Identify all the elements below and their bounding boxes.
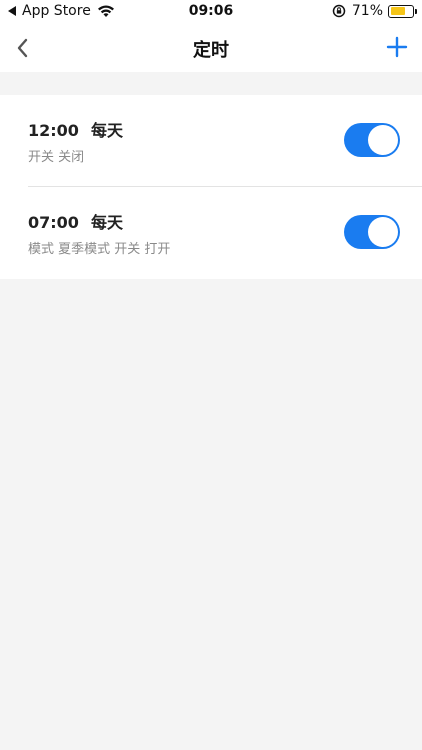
page-title: 定时 xyxy=(193,40,229,61)
timer-detail: 开关 关闭 xyxy=(28,150,85,165)
battery-icon xyxy=(388,4,417,18)
timer-title: 12:00 每天 xyxy=(28,117,123,141)
battery-percent: 71% xyxy=(351,3,383,19)
toggle-knob xyxy=(368,217,398,247)
timer-title: 07:00 每天 xyxy=(28,209,123,233)
timer-row[interactable]: 12:00 每天 开关 关闭 xyxy=(0,95,422,187)
timer-list: 12:00 每天 开关 关闭 07:00 每天 模式 夏季模式 开关 打开 xyxy=(0,95,422,279)
status-right: 71% xyxy=(332,3,417,19)
battery-fill xyxy=(390,7,405,15)
timer-toggle[interactable] xyxy=(344,215,400,249)
timer-repeat: 每天 xyxy=(90,121,123,140)
timer-time: 12:00 xyxy=(28,121,79,140)
rotation-lock-icon xyxy=(332,4,346,18)
timer-toggle[interactable] xyxy=(344,123,400,157)
toggle-knob xyxy=(368,125,398,155)
plus-icon[interactable] xyxy=(386,36,408,58)
nav-bar: 定时 xyxy=(0,24,422,72)
timer-time: 07:00 xyxy=(28,213,79,232)
status-bar: App Store 09:06 71% xyxy=(0,0,422,24)
timer-row[interactable]: 07:00 每天 模式 夏季模式 开关 打开 xyxy=(0,187,422,279)
timer-repeat: 每天 xyxy=(90,213,123,232)
timer-detail: 模式 夏季模式 开关 打开 xyxy=(28,242,171,257)
